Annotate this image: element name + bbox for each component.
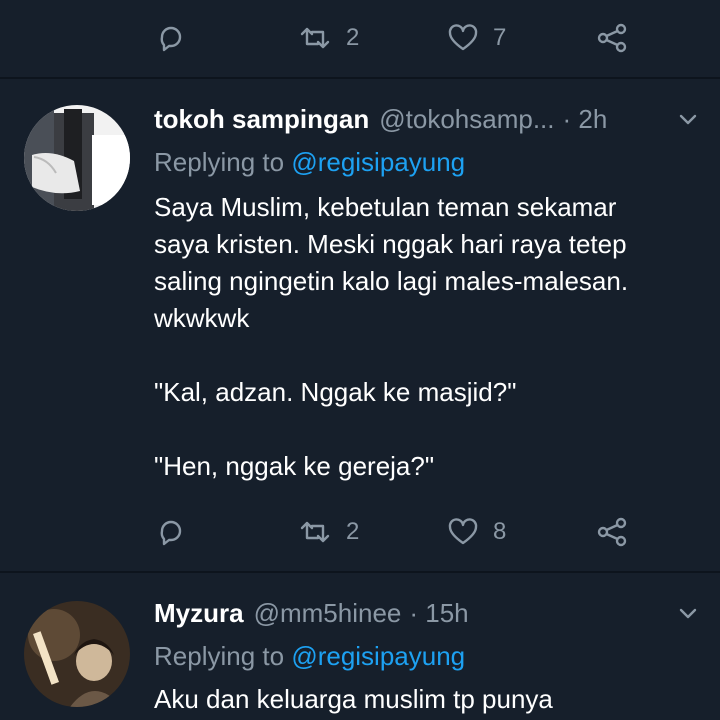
retweet-count: 2 <box>346 24 360 51</box>
tweet[interactable]: Myzura @mm5hinee · 15h Replying to @regi… <box>0 573 720 720</box>
tweet-menu-button[interactable] <box>676 601 700 632</box>
retweet-button[interactable]: 2 <box>298 18 359 58</box>
share-icon <box>597 23 627 53</box>
retweet-icon <box>300 521 330 543</box>
retweet-count: 2 <box>346 518 360 545</box>
retweet-icon <box>300 27 330 49</box>
reply-icon <box>160 26 182 52</box>
share-button[interactable] <box>596 18 628 58</box>
timestamp[interactable]: · 15h <box>409 598 468 629</box>
tweet-line: Saya Muslim, kebetulan teman sekamar <box>154 192 617 222</box>
tweet-line: saya kristen. Meski nggak hari raya tete… <box>154 229 627 259</box>
share-button[interactable] <box>596 512 628 552</box>
avatar[interactable] <box>24 105 130 211</box>
replying-to: Replying to @regisipayung <box>154 147 465 178</box>
like-icon <box>448 24 478 51</box>
timestamp[interactable]: · 2h <box>563 104 608 135</box>
reply-button[interactable] <box>156 18 186 58</box>
tweet-line: wkwkwk <box>154 303 250 333</box>
like-count: 8 <box>493 518 507 545</box>
mention-link[interactable]: @regisipayung <box>291 641 465 671</box>
share-icon <box>597 517 627 547</box>
display-name[interactable]: Myzura <box>154 598 244 629</box>
tweet[interactable]: tokoh sampingan @tokohsamp... · 2h Reply… <box>0 79 720 571</box>
handle[interactable]: @mm5hinee <box>254 598 402 629</box>
display-name[interactable]: tokoh sampingan <box>154 104 369 135</box>
reply-icon <box>160 520 182 546</box>
handle[interactable]: @tokohsamp... <box>379 104 554 135</box>
avatar[interactable] <box>24 601 130 707</box>
tweet-header: tokoh sampingan @tokohsamp... · 2h <box>154 101 700 137</box>
mention-link[interactable]: @regisipayung <box>291 147 465 177</box>
tweet-actions: 2 8 <box>0 512 720 552</box>
chevron-down-icon <box>679 114 697 125</box>
tweet-line: "Kal, adzan. Nggak ke masjid?" <box>154 377 517 407</box>
like-icon <box>448 518 478 545</box>
tweet-line: Aku dan keluarga muslim tp punya <box>154 684 553 714</box>
chevron-down-icon <box>679 608 697 619</box>
replying-to: Replying to @regisipayung <box>154 641 465 672</box>
reply-button[interactable] <box>156 512 186 552</box>
like-button[interactable]: 7 <box>447 18 506 58</box>
replying-prefix: Replying to <box>154 147 285 177</box>
tweet-line: "Hen, nggak ke gereja?" <box>154 451 435 481</box>
tweet-menu-button[interactable] <box>676 107 700 138</box>
previous-tweet-actions: 2 7 <box>0 18 720 58</box>
like-count: 7 <box>493 24 507 51</box>
like-button[interactable]: 8 <box>447 512 506 552</box>
tweet-header: Myzura @mm5hinee · 15h <box>154 595 700 631</box>
tweet-text: Saya Muslim, kebetulan teman sekamar say… <box>154 189 696 485</box>
retweet-button[interactable]: 2 <box>298 512 359 552</box>
tweet-text: Aku dan keluarga muslim tp punya <box>154 681 696 718</box>
replying-prefix: Replying to <box>154 641 285 671</box>
tweet-line: saling ngingetin kalo lagi males-malesan… <box>154 266 629 296</box>
